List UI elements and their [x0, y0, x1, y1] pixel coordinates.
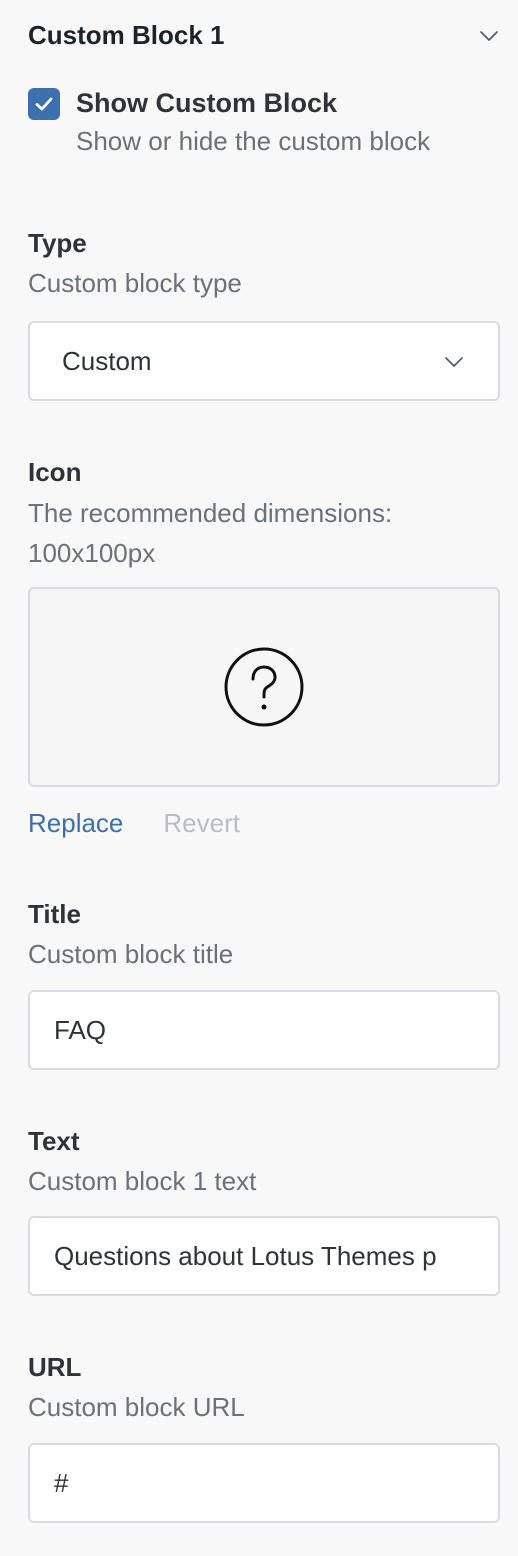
icon-label: Icon	[28, 457, 82, 487]
icon-description-line1: The recommended dimensions:	[28, 498, 393, 528]
text-description: Custom block 1 text	[28, 1166, 257, 1196]
text-field-header: Text Custom block 1 text	[28, 1124, 500, 1200]
text-input[interactable]: Questions about Lotus Themes p	[28, 1216, 500, 1296]
chevron-down-icon	[445, 357, 463, 367]
checkmark-icon	[35, 97, 53, 111]
icon-preview[interactable]	[28, 587, 500, 787]
icon-media-actions: Replace Revert	[28, 803, 240, 843]
title-field-header: Title Custom block title	[28, 897, 500, 973]
url-description: Custom block URL	[28, 1392, 245, 1422]
revert-link[interactable]: Revert	[163, 803, 240, 843]
chevron-down-icon[interactable]	[478, 24, 500, 46]
url-input[interactable]: #	[28, 1443, 500, 1523]
icon-description: The recommended dimensions: 100x100px	[28, 493, 500, 573]
section-header[interactable]: Custom Block 1	[28, 18, 500, 52]
icon-field-header: Icon The recommended dimensions: 100x100…	[28, 455, 500, 573]
type-field-header: Type Custom block type	[28, 226, 500, 302]
title-label: Title	[28, 899, 81, 929]
title-input[interactable]: FAQ	[28, 990, 500, 1070]
section-title: Custom Block 1	[28, 19, 225, 50]
show-custom-block-description: Show or hide the custom block	[76, 126, 431, 156]
url-field-header: URL Custom block URL	[28, 1350, 500, 1426]
show-custom-block-checkbox[interactable]	[28, 88, 60, 120]
show-custom-block-label[interactable]: Show Custom Block	[76, 86, 430, 120]
icon-description-line2: 100x100px	[28, 538, 156, 568]
text-label: Text	[28, 1126, 80, 1156]
type-description: Custom block type	[28, 268, 242, 298]
show-custom-block-row: Show Custom Block Show or hide the custo…	[28, 88, 430, 158]
type-select[interactable]: Custom	[28, 321, 500, 401]
question-circle-icon	[224, 647, 304, 727]
replace-link[interactable]: Replace	[28, 803, 123, 843]
type-label: Type	[28, 228, 87, 258]
title-description: Custom block title	[28, 939, 234, 969]
type-select-value: Custom	[62, 345, 152, 376]
url-label: URL	[28, 1352, 82, 1382]
